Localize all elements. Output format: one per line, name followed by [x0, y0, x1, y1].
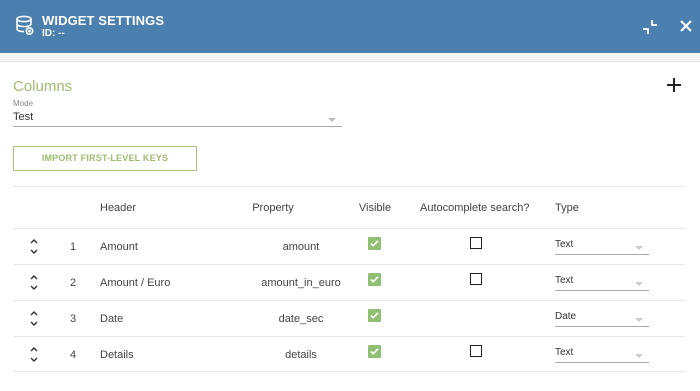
drag-handle-icon[interactable]	[28, 238, 40, 255]
table-row: 3 Date date_sec Date	[13, 300, 685, 336]
autocomplete-checkbox[interactable]	[470, 345, 482, 357]
type-select[interactable]: Text	[555, 346, 649, 363]
row-index: 1	[70, 241, 77, 253]
visible-checkbox[interactable]	[368, 237, 381, 250]
widget-id: ID: --	[42, 28, 65, 39]
column-header-header: Header	[100, 202, 137, 214]
table-row: 4 Details details Text	[13, 336, 685, 372]
chevron-down-icon	[635, 318, 643, 322]
chevron-down-icon	[635, 354, 643, 358]
table-row: 2 Amount / Euro amount_in_euro Text	[13, 264, 685, 300]
header-divider	[0, 53, 700, 62]
type-select[interactable]: Date	[555, 310, 649, 327]
row-property[interactable]: amount	[221, 241, 381, 253]
check-icon	[370, 348, 379, 355]
check-icon	[370, 240, 379, 247]
drag-handle-icon[interactable]	[28, 274, 40, 291]
column-header-type: Type	[555, 202, 579, 214]
type-value: Text	[555, 239, 574, 250]
column-header-autocomplete: Autocomplete search?	[420, 202, 530, 214]
row-header[interactable]: Details	[100, 349, 134, 361]
row-property[interactable]: date_sec	[221, 313, 381, 325]
drag-handle-icon[interactable]	[28, 346, 40, 363]
row-header[interactable]: Amount / Euro	[100, 277, 170, 289]
chevron-down-icon	[635, 246, 643, 250]
drag-handle-icon[interactable]	[28, 310, 40, 327]
plus-icon[interactable]	[665, 76, 683, 94]
close-icon[interactable]	[676, 16, 696, 36]
autocomplete-checkbox[interactable]	[470, 273, 482, 285]
row-property[interactable]: details	[221, 349, 381, 361]
type-select[interactable]: Text	[555, 238, 649, 255]
mode-label: Mode	[13, 99, 34, 108]
import-first-level-keys-button[interactable]: IMPORT FIRST-LEVEL KEYS	[13, 146, 197, 171]
row-property[interactable]: amount_in_euro	[221, 277, 381, 289]
chevron-down-icon	[328, 118, 336, 122]
widget-settings-header: WIDGET SETTINGS ID: --	[0, 0, 700, 53]
visible-checkbox[interactable]	[368, 273, 381, 286]
type-value: Text	[555, 275, 574, 286]
visible-checkbox[interactable]	[368, 345, 381, 358]
visible-checkbox[interactable]	[368, 309, 381, 322]
autocomplete-checkbox[interactable]	[470, 237, 482, 249]
minimize-icon[interactable]	[640, 17, 660, 37]
row-index: 2	[70, 277, 77, 289]
mode-value: Test	[13, 111, 34, 123]
mode-select[interactable]: Test	[13, 110, 342, 127]
check-icon	[370, 276, 379, 283]
table-row: 1 Amount amount Text	[13, 228, 685, 264]
chevron-down-icon	[635, 282, 643, 286]
type-select[interactable]: Text	[555, 274, 649, 291]
column-header-visible: Visible	[358, 202, 392, 214]
dialog-title: WIDGET SETTINGS	[42, 13, 165, 28]
section-title: Columns	[13, 78, 73, 95]
row-header[interactable]: Amount	[100, 241, 138, 253]
type-value: Date	[555, 311, 577, 322]
check-icon	[370, 312, 379, 319]
row-index: 4	[70, 349, 77, 361]
row-header[interactable]: Date	[100, 313, 123, 325]
type-value: Text	[555, 347, 574, 358]
row-index: 3	[70, 313, 77, 325]
section-divider	[13, 186, 685, 187]
column-header-property: Property	[252, 202, 294, 214]
database-icon	[16, 15, 34, 36]
